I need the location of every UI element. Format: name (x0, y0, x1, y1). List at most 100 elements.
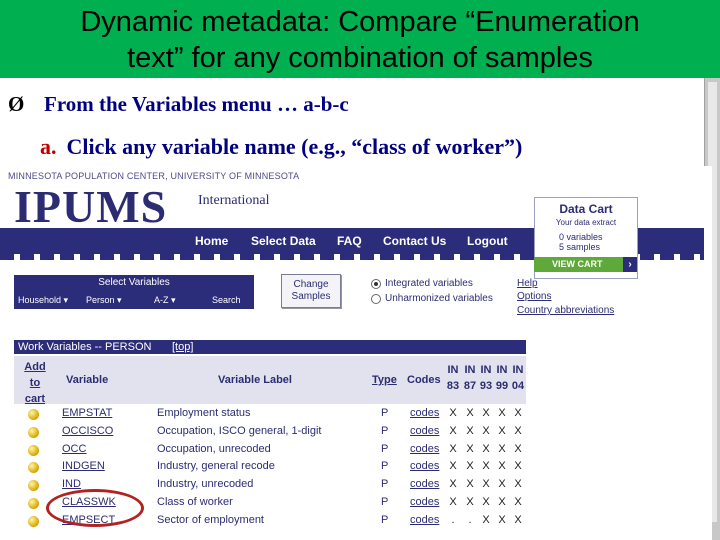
data-cart-title: Data Cart (559, 202, 613, 216)
sample-availability: X (498, 513, 506, 526)
nav-logout[interactable]: Logout (467, 234, 508, 248)
slide-title-line-1: Dynamic metadata: Compare “Enumeration (80, 6, 640, 38)
country-abbreviations-link[interactable]: Country abbreviations (517, 305, 614, 316)
view-cart-button[interactable]: VIEW CART › (534, 257, 637, 272)
nav-contact-us[interactable]: Contact Us (383, 234, 446, 248)
variable-label: Employment status (157, 407, 251, 419)
change-samples-label-2: Samples (291, 291, 331, 302)
codes-link[interactable]: codes (410, 425, 439, 437)
sample-availability: X (449, 424, 457, 437)
sample-availability: X (514, 513, 522, 526)
sample-availability: X (466, 478, 474, 491)
variable-label: Sector of employment (157, 513, 264, 526)
unharmonized-radio[interactable] (371, 294, 381, 304)
codes-link[interactable]: codes (410, 443, 439, 455)
codes-link[interactable]: codes (410, 478, 439, 490)
add-to-cart-icon[interactable] (28, 444, 39, 456)
menu-person[interactable]: Person ▾ (86, 295, 122, 306)
add-to-cart-icon[interactable] (28, 498, 39, 509)
cart-label: cart (24, 393, 46, 405)
help-link[interactable]: Help (517, 278, 538, 289)
data-cart-samples: 5 samples (559, 242, 601, 252)
sample-year: 87 (463, 380, 477, 392)
type-column-header[interactable]: Type (372, 374, 397, 386)
sample-availability: X (514, 407, 522, 419)
ipums-logo[interactable]: IPUMS (14, 184, 194, 230)
sample-availability: X (514, 496, 522, 508)
nav-select-data[interactable]: Select Data (251, 234, 316, 248)
work-variables-title: Work Variables -- PERSON (18, 341, 152, 353)
variable-label: Industry, unrecoded (157, 478, 254, 491)
table-row: OCCISCO Occupation, ISCO general, 1-digit… (14, 424, 526, 441)
integrated-radio[interactable] (371, 279, 381, 289)
sample-availability: X (482, 478, 490, 491)
codes-link[interactable]: codes (410, 407, 439, 419)
sample-availability: X (482, 407, 490, 419)
change-samples-button[interactable]: Change Samples (281, 274, 341, 308)
chevron-right-icon: › (623, 257, 637, 272)
sample-availability: X (466, 407, 474, 419)
select-variables-menu: Select Variables Household ▾ Person ▾ A-… (14, 275, 254, 309)
menu-search[interactable]: Search (212, 295, 241, 305)
add-to-cart-icon[interactable] (28, 480, 39, 492)
sample-availability: X (466, 496, 474, 508)
sample-availability: . (451, 513, 455, 526)
view-cart-label: VIEW CART (552, 259, 603, 269)
sample-availability: X (449, 407, 457, 419)
add-to-cart-header[interactable]: Add to cart (22, 359, 48, 407)
sample-availability: X (449, 460, 457, 473)
sub-step-letter: a. (40, 134, 57, 159)
sample-availability: X (449, 442, 457, 455)
sample-country: IN (512, 364, 524, 376)
variable-type: P (381, 407, 389, 419)
arrow-bullet-icon: Ø (8, 92, 25, 116)
sample-header-in04: IN 04 (511, 362, 525, 394)
variable-type: P (381, 496, 389, 508)
top-link[interactable]: [top] (172, 341, 193, 353)
classwk-highlight-circle (46, 489, 144, 527)
data-cart-subtitle: Your data extract (555, 218, 617, 227)
options-link[interactable]: Options (517, 291, 551, 302)
table-row: EMPSTAT Employment status Pcodes X X X X X (14, 406, 526, 423)
sample-availability: X (466, 424, 474, 437)
sample-header-in93: IN 93 (479, 362, 493, 394)
sample-availability: X (498, 424, 506, 437)
menu-a-z[interactable]: A-Z ▾ (154, 295, 176, 306)
variable-name-link[interactable]: OCC (62, 443, 86, 455)
variable-name-link[interactable]: OCCISCO (62, 425, 113, 437)
sample-availability: X (498, 407, 506, 419)
variable-label-column-header: Variable Label (218, 374, 292, 386)
slide-title-line-2: text” for any combination of samples (127, 42, 593, 74)
nav-home[interactable]: Home (195, 234, 228, 248)
add-to-cart-icon[interactable] (28, 426, 39, 438)
variable-label: Class of worker (157, 496, 233, 508)
variable-name-link[interactable]: IND (62, 478, 81, 490)
codes-link[interactable]: codes (410, 514, 439, 526)
select-variables-header: Select Variables (98, 277, 170, 288)
sample-availability: X (498, 460, 506, 473)
sample-availability: X (514, 442, 522, 455)
sub-step-a: a. Click any variable name (e.g., “class … (40, 134, 522, 160)
institution-label: MINNESOTA POPULATION CENTER, UNIVERSITY … (8, 171, 300, 181)
table-row: INDGEN Industry, general recode Pcodes X X X X… (14, 459, 526, 476)
logo-text: IPUMS (14, 181, 168, 232)
menu-household[interactable]: Household ▾ (18, 295, 68, 306)
add-to-cart-icon[interactable] (28, 409, 39, 420)
sample-year: 93 (479, 380, 493, 392)
bullet-step: Ø From the Variables menu … a-b-c (8, 92, 349, 117)
variable-label: Occupation, unrecoded (157, 442, 271, 455)
variable-name-link[interactable]: INDGEN (62, 460, 105, 472)
sample-header-in83: IN 83 (446, 362, 460, 394)
codes-link[interactable]: codes (410, 460, 439, 472)
variable-type: P (381, 478, 389, 491)
bullet-text: From the Variables menu … a-b-c (44, 92, 349, 116)
add-to-cart-icon[interactable] (28, 515, 39, 527)
variable-name-link[interactable]: EMPSTAT (62, 407, 112, 419)
sample-availability: X (466, 442, 474, 455)
codes-link[interactable]: codes (410, 496, 439, 508)
add-to-cart-icon[interactable] (28, 462, 39, 474)
sub-step-text: Click any variable name (e.g., “class of… (66, 134, 523, 159)
variable-label: Occupation, ISCO general, 1-digit (157, 424, 322, 437)
sample-header-in99: IN 99 (495, 362, 509, 394)
nav-faq[interactable]: FAQ (337, 234, 362, 248)
